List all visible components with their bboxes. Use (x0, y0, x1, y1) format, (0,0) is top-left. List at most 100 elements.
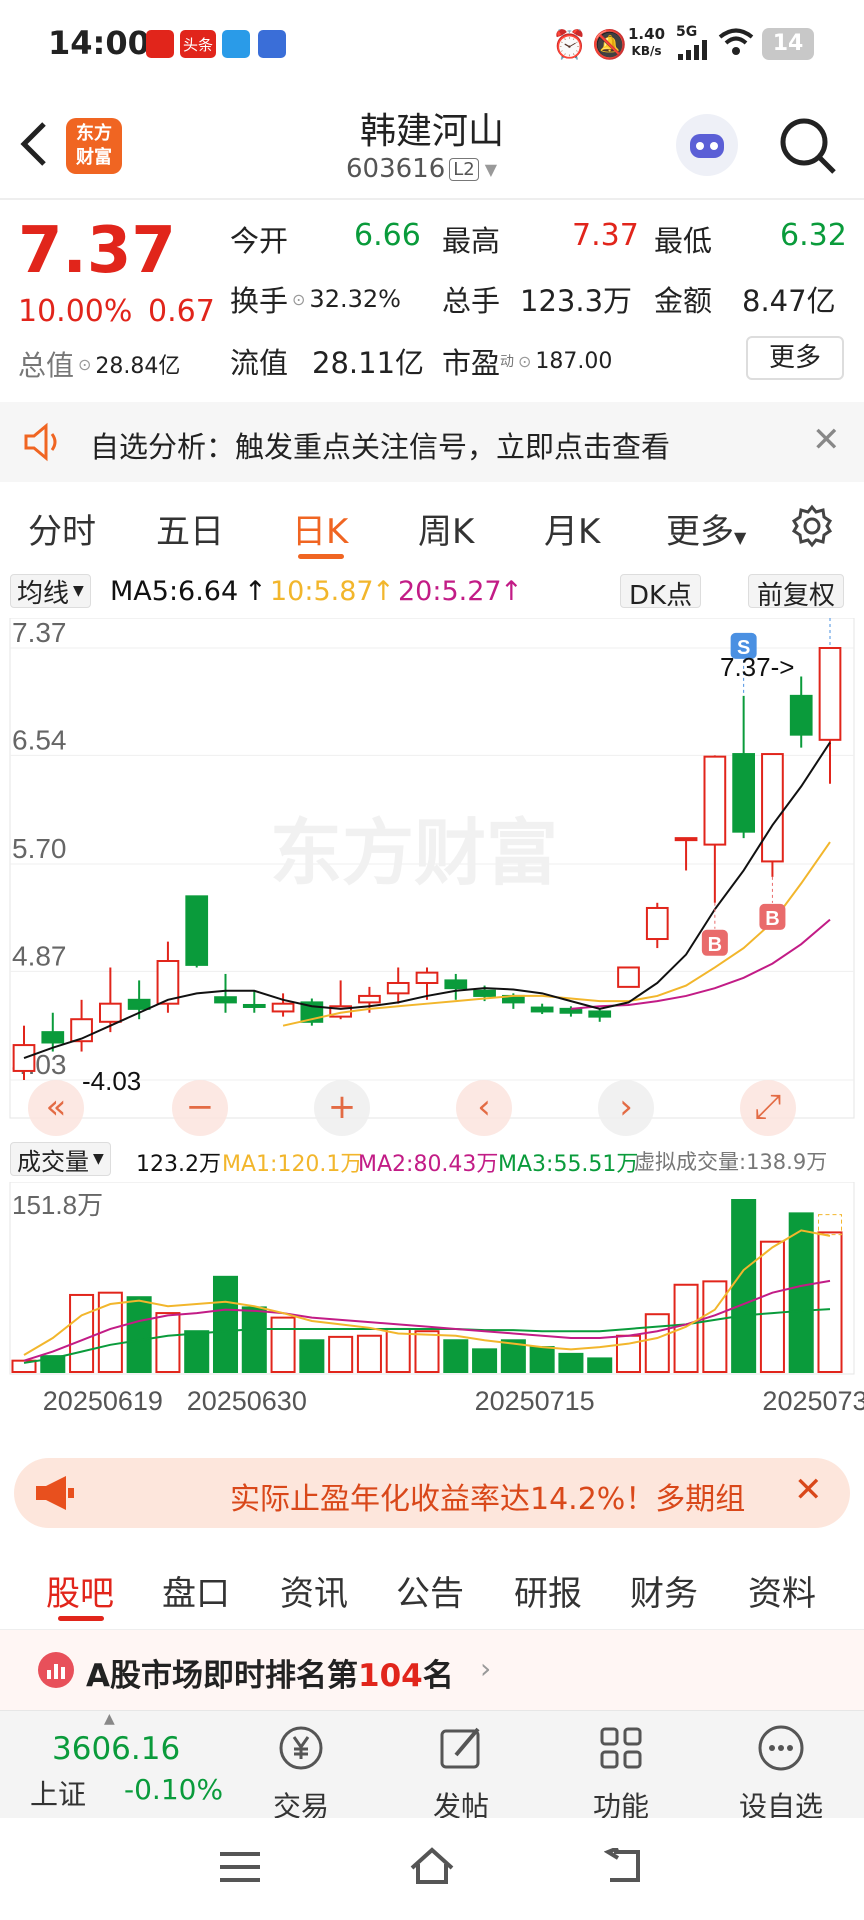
change-amount: 0.67 (148, 294, 215, 329)
alarm-icon: ⏰ (552, 28, 587, 61)
tab-news[interactable]: 资讯 (280, 1566, 348, 1615)
volume-bar (443, 1339, 469, 1374)
volume-bar (270, 1316, 296, 1374)
robot-assistant-icon[interactable] (676, 114, 738, 176)
candle-body (271, 1002, 295, 1013)
back-icon[interactable] (603, 1846, 644, 1888)
candle-body (761, 753, 784, 863)
scroll-left-button[interactable]: ‹ (456, 1080, 512, 1136)
status-bar: 14:00 头条 ⏰ 🔕 1.40 KB/s 5G 14 (0, 0, 864, 92)
ma5-arrow-icon: ↑ (244, 576, 267, 607)
volume-bar (644, 1313, 670, 1373)
dk-point-button[interactable]: DK点 (620, 574, 702, 611)
tab-forum[interactable]: 股吧 (46, 1566, 114, 1615)
watermark-text: 东方财富 (270, 811, 558, 895)
candle-body (559, 1007, 583, 1014)
volume-bar (587, 1357, 613, 1374)
candle-body (818, 647, 842, 741)
trade-button[interactable]: 交易 (236, 1721, 366, 1825)
network-type: 5G (676, 24, 698, 40)
settings-gear-icon[interactable] (790, 504, 834, 552)
tab-more[interactable]: 更多▼ (666, 504, 746, 553)
tab-daily-k[interactable]: 日K (292, 504, 348, 553)
promo-close-icon[interactable]: ✕ (794, 1470, 823, 1510)
index-change[interactable]: -0.10% (124, 1773, 223, 1806)
index-name[interactable]: 上证 (30, 1773, 86, 1813)
more-button[interactable]: 更多 (746, 336, 844, 380)
volume-bar (788, 1212, 814, 1373)
zoom-out-button[interactable]: − (172, 1080, 228, 1136)
float-cap-value: 28.11亿 (312, 346, 425, 380)
low-label: 最低 (654, 224, 713, 258)
ma10-arrow-icon: ↑ (372, 576, 395, 607)
level2-badge: L2 (449, 157, 479, 181)
volume-bar (817, 1231, 843, 1374)
candle-body (674, 837, 698, 842)
high-price-label: 7.37-> (720, 652, 794, 682)
signal-notice[interactable]: 自选分析：触发重点关注信号，立即点击查看 ✕ (0, 402, 864, 482)
mute-icon: 🔕 (592, 28, 627, 61)
stock-name: 韩建河山 (359, 111, 504, 152)
date-tick-label: 20250630 (187, 1386, 307, 1416)
high-value: 7.37 (572, 218, 639, 253)
volume-value: 123.3万 (520, 284, 633, 318)
promo-text: 实际止盈年化收益率达14.2%！多期组 (230, 1482, 746, 1517)
candle-body (789, 694, 813, 736)
volume-bar (414, 1330, 440, 1373)
telegram-icon (222, 30, 250, 58)
volume-chart[interactable]: 151.8万 20250619 20250630 20250715 20250730 (0, 1182, 864, 1422)
scroll-left-button-glyph: ‹ (477, 1087, 491, 1127)
volume-bar (126, 1296, 152, 1373)
tab-weekly-k[interactable]: 周K (418, 504, 474, 553)
quote-panel: 7.37 10.00% 0.67 总值 ⊙ 28.84亿 今开 6.66 最高 7.… (0, 200, 864, 400)
price-tick-label: 5.70 (12, 833, 67, 864)
edit-icon (440, 1727, 480, 1769)
volume-bar (299, 1339, 325, 1374)
add-watchlist-button[interactable]: 设自选 (716, 1721, 846, 1825)
rank-chart-icon (38, 1652, 74, 1688)
zoom-in-button[interactable]: + (314, 1080, 370, 1136)
tab-order-book[interactable]: 盘口 (162, 1566, 230, 1615)
functions-button[interactable]: 功能 (556, 1721, 686, 1825)
candlestick-chart[interactable]: 7.376.545.704.874.03东方财富SBBS7.37->-4.03−… (0, 618, 864, 1138)
tab-monthly-k[interactable]: 月K (544, 504, 600, 553)
volume-dropdown[interactable]: 成交量 ▼ (10, 1142, 111, 1176)
candle-body (242, 1003, 266, 1008)
candle-body (386, 981, 410, 995)
index-value[interactable]: 3606.16 (52, 1731, 180, 1767)
signal-letter: B (708, 934, 722, 956)
post-button[interactable]: 发帖 (396, 1721, 526, 1825)
market-rank-row[interactable]: A股市场即时排名第104名 › (0, 1630, 864, 1710)
chevron-right-icon: › (480, 1652, 492, 1685)
low-value: 6.32 (780, 218, 847, 253)
scroll-right-button[interactable]: › (598, 1080, 654, 1136)
network-speed: 1.40 KB/s (628, 25, 666, 58)
back-arrow-icon[interactable] (18, 120, 48, 172)
fullscreen-button[interactable]: ⤢ (740, 1080, 796, 1136)
tab-financials[interactable]: 财务 (630, 1566, 698, 1615)
promo-banner[interactable]: 实际止盈年化收益率达14.2%！多期组 ✕ (14, 1458, 850, 1528)
vol-ma1-label: MA1:120.1万 (222, 1152, 363, 1177)
tab-five-day[interactable]: 五日 (156, 504, 224, 553)
search-icon[interactable] (778, 116, 838, 180)
tab-research[interactable]: 研报 (514, 1566, 582, 1615)
eastmoney-logo[interactable]: 东方 财富 (66, 118, 122, 174)
volume-bar (529, 1346, 555, 1373)
status-time: 14:00 (48, 24, 150, 62)
toutiao-icon: 头条 (180, 30, 217, 58)
close-icon[interactable]: ✕ (812, 420, 841, 460)
ma-dropdown[interactable]: 均线 ▼ (10, 574, 91, 609)
bottom-toolbar: ▲ 3606.16 上证 -0.10% 交易 发帖 功能 设自选 (0, 1710, 864, 1823)
candle-body (214, 996, 237, 1004)
scroll-start-button[interactable]: « (28, 1080, 84, 1136)
menu-icon[interactable] (220, 1850, 260, 1888)
price-adjust-button[interactable]: 前复权 (748, 574, 845, 611)
tab-profile[interactable]: 资料 (748, 1566, 816, 1615)
stock-code-row[interactable]: 603616 L2 ▼ (346, 154, 497, 184)
tab-intraday[interactable]: 分时 (28, 504, 96, 553)
stock-header: 东方 财富 韩建河山 603616 L2 ▼ (0, 92, 864, 200)
tab-announcements[interactable]: 公告 (396, 1566, 464, 1615)
home-icon[interactable] (408, 1846, 456, 1890)
candle-body (358, 994, 381, 1004)
ma5-label: MA5:6.64 (110, 576, 239, 607)
